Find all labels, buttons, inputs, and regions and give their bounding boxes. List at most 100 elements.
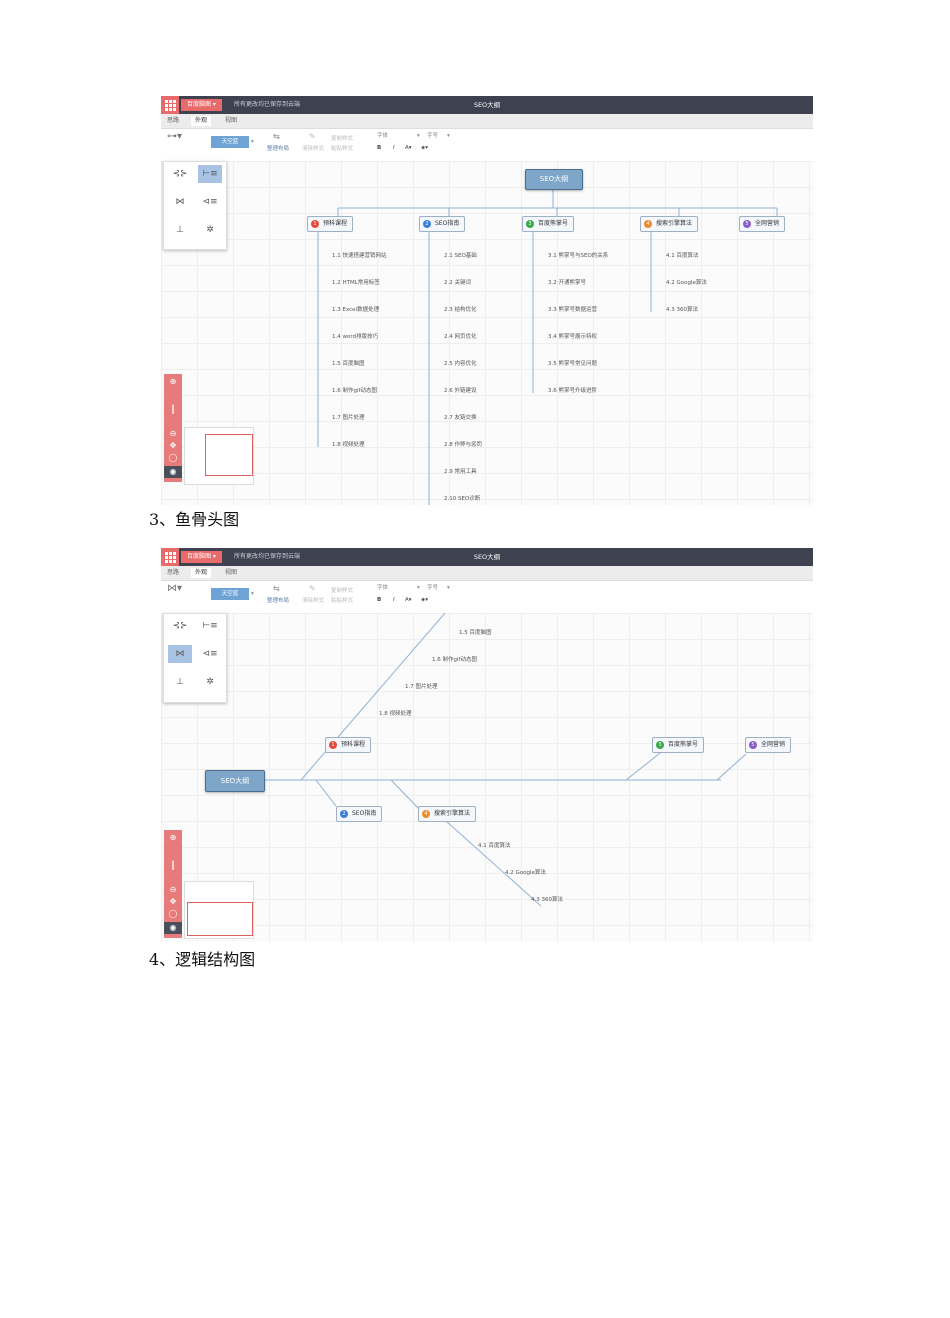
leaf-node[interactable]: 2.7 友链交换: [444, 414, 477, 422]
eye-icon[interactable]: ◉: [164, 466, 182, 478]
clear-style-button[interactable]: 清除样式: [302, 598, 324, 605]
layout-option-radial[interactable]: ✲: [198, 673, 222, 691]
branch-node-2[interactable]: 2 SEO指南: [419, 216, 466, 232]
clear-style-button[interactable]: 清除样式: [302, 146, 324, 153]
leaf-node[interactable]: 1.7 图片处理: [332, 414, 365, 422]
root-node[interactable]: SEO大纲: [205, 770, 265, 792]
theme-button[interactable]: 天空蓝: [211, 588, 249, 600]
leaf-node[interactable]: 4.2 Google算法: [505, 869, 546, 877]
bold-button[interactable]: B: [377, 145, 381, 152]
locate-icon[interactable]: ◯: [164, 452, 182, 464]
leaf-node[interactable]: 1.8 视频处理: [332, 441, 365, 449]
layout-option-tree[interactable]: ⊲≡: [198, 193, 222, 211]
layout-option-org[interactable]: ⊥: [168, 673, 192, 691]
minimap-viewport[interactable]: [187, 902, 253, 936]
zoom-in-icon[interactable]: ⊕: [164, 832, 182, 844]
chevron-down-icon[interactable]: ▾: [251, 591, 254, 598]
size-select[interactable]: 字号: [427, 585, 438, 592]
leaf-node[interactable]: 2.5 内容优化: [444, 360, 477, 368]
arrange-button[interactable]: 整理布局: [267, 598, 289, 605]
layout-option-logic[interactable]: ⊢≡: [198, 617, 222, 635]
copy-style-button[interactable]: 复制样式: [331, 136, 353, 143]
leaf-node[interactable]: 2.2 关键词: [444, 279, 471, 287]
leaf-node[interactable]: 3.1 熊掌号与SEO的关系: [548, 252, 608, 260]
branch-node-2[interactable]: 2 SEO指南: [336, 806, 383, 822]
root-node[interactable]: SEO大纲: [525, 169, 583, 190]
leaf-node[interactable]: 1.1 快速搭建营销网站: [332, 252, 387, 260]
leaf-node[interactable]: 1.2 HTML常用标签: [332, 279, 380, 287]
leaf-node[interactable]: 2.1 SEO基础: [444, 252, 477, 260]
arrange-button[interactable]: 整理布局: [267, 146, 289, 153]
fill-color-icon[interactable]: ◈▾: [421, 597, 428, 604]
leaf-node[interactable]: 1.5 百度脑图: [459, 629, 492, 637]
layout-option-fishbone[interactable]: ⋈: [168, 193, 192, 211]
fill-color-icon[interactable]: ◈▾: [421, 145, 428, 152]
tab-idea[interactable]: 思路: [163, 116, 183, 126]
leaf-node[interactable]: 2.10 SEO诊断: [444, 495, 480, 503]
locate-icon[interactable]: ◯: [164, 908, 182, 920]
size-select[interactable]: 字号: [427, 133, 438, 140]
branch-node-3[interactable]: 3 百度熊掌号: [522, 216, 575, 232]
theme-button[interactable]: 天空蓝: [211, 136, 249, 148]
navigator-minimap[interactable]: [184, 881, 254, 939]
layout-option-radial[interactable]: ✲: [198, 221, 222, 239]
branch-node-1[interactable]: 1 预科课程: [307, 216, 354, 232]
tab-appearance[interactable]: 外观: [191, 568, 212, 578]
leaf-node[interactable]: 4.1 百度算法: [478, 842, 511, 850]
leaf-node[interactable]: 1.8 视频处理: [379, 710, 412, 718]
leaf-node[interactable]: 3.2 开通熊掌号: [548, 279, 586, 287]
font-chevron-icon[interactable]: ▾: [417, 585, 420, 592]
italic-button[interactable]: I: [393, 597, 395, 604]
leaf-node[interactable]: 3.5 熊掌号常见问题: [548, 360, 597, 368]
leaf-node[interactable]: 2.3 结构优化: [444, 306, 477, 314]
move-icon[interactable]: ✥: [164, 896, 182, 908]
leaf-node[interactable]: 4.1 百度算法: [666, 252, 699, 260]
leaf-node[interactable]: 3.6 熊掌号升级进阶: [548, 387, 597, 395]
layout-template-icon[interactable]: ⋈▾: [167, 584, 182, 594]
zoom-slider[interactable]: ┃: [164, 396, 182, 424]
branch-node-5[interactable]: 5 全网营销: [739, 216, 786, 232]
font-chevron-icon[interactable]: ▾: [417, 133, 420, 140]
font-select[interactable]: 字体: [377, 585, 388, 592]
paste-style-button[interactable]: 粘贴样式: [331, 146, 353, 153]
leaf-node[interactable]: 1.4 word排版技巧: [332, 333, 378, 341]
leaf-node[interactable]: 4.3 360算法: [666, 306, 698, 314]
layout-option-mindmap[interactable]: ⊰⊱: [168, 165, 192, 183]
leaf-node[interactable]: 1.7 图片处理: [405, 683, 438, 691]
font-select[interactable]: 字体: [377, 133, 388, 140]
move-icon[interactable]: ✥: [164, 440, 182, 452]
zoom-in-icon[interactable]: ⊕: [164, 376, 182, 388]
italic-button[interactable]: I: [393, 145, 395, 152]
tab-view[interactable]: 视图: [221, 116, 241, 126]
zoom-slider[interactable]: ┃: [164, 852, 182, 880]
layout-option-mindmap[interactable]: ⊰⊱: [168, 617, 192, 635]
leaf-node[interactable]: 4.3 360算法: [531, 896, 563, 904]
layout-option-fishbone[interactable]: ⋈: [168, 645, 192, 663]
leaf-node[interactable]: 1.6 制作gif动态图: [332, 387, 377, 395]
copy-style-button[interactable]: 复制样式: [331, 588, 353, 595]
leaf-node[interactable]: 2.4 网页优化: [444, 333, 477, 341]
layout-option-logic[interactable]: ⊢≡: [198, 165, 222, 183]
leaf-node[interactable]: 1.3 Excel数据处理: [332, 306, 379, 314]
layout-template-icon[interactable]: ⊶▾: [167, 132, 182, 142]
layout-option-org[interactable]: ⊥: [168, 221, 192, 239]
branch-node-1[interactable]: 1 预科课程: [325, 737, 372, 753]
tab-appearance[interactable]: 外观: [191, 116, 212, 126]
size-chevron-icon[interactable]: ▾: [447, 133, 450, 140]
leaf-node[interactable]: 1.5 百度脑图: [332, 360, 365, 368]
chevron-down-icon[interactable]: ▾: [251, 139, 254, 146]
zoom-out-icon[interactable]: ⊖: [164, 884, 182, 896]
tab-view[interactable]: 视图: [221, 568, 241, 578]
branch-node-5[interactable]: 5 全网营销: [745, 737, 792, 753]
leaf-node[interactable]: 4.2 Google算法: [666, 279, 707, 287]
leaf-node[interactable]: 2.9 常用工具: [444, 468, 477, 476]
size-chevron-icon[interactable]: ▾: [447, 585, 450, 592]
leaf-node[interactable]: 3.3 熊掌号数据运营: [548, 306, 597, 314]
mindmap-canvas[interactable]: SEO大纲 1.5 百度脑图 1.6 制作gif动态图 1.7 图片处理 1.8…: [161, 613, 813, 942]
zoom-out-icon[interactable]: ⊖: [164, 428, 182, 440]
tab-idea[interactable]: 思路: [163, 568, 183, 578]
bold-button[interactable]: B: [377, 597, 381, 604]
paste-style-button[interactable]: 粘贴样式: [331, 598, 353, 605]
eye-icon[interactable]: ◉: [164, 922, 182, 934]
navigator-minimap[interactable]: [184, 427, 254, 485]
